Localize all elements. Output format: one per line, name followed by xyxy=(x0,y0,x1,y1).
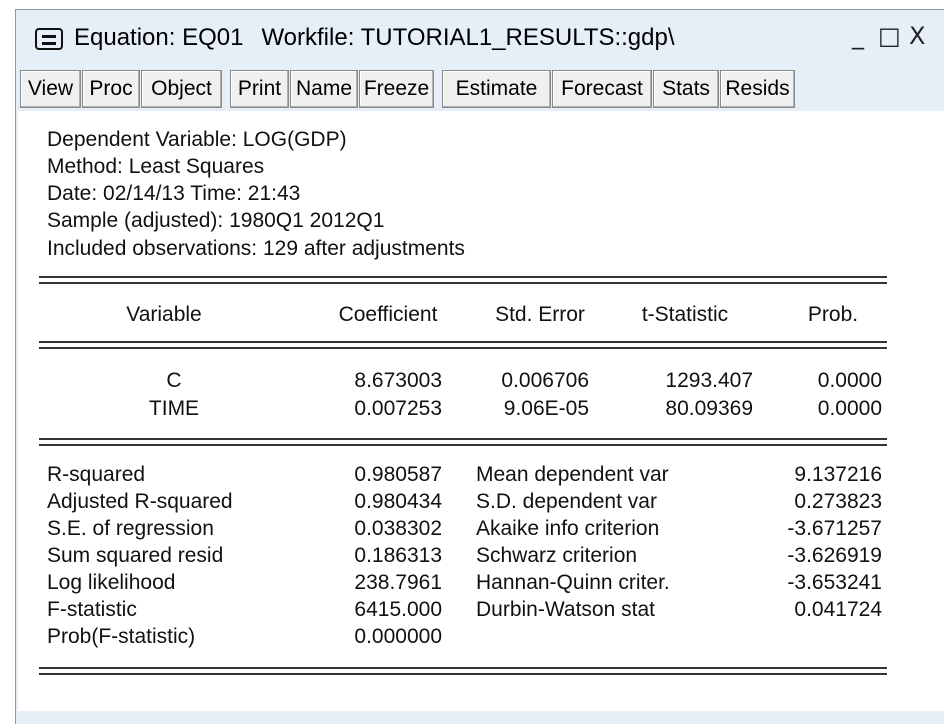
stat-label: Prob(F-statistic) xyxy=(47,625,196,648)
maximize-button[interactable]: □ xyxy=(878,22,901,50)
table-rule xyxy=(39,347,887,349)
table-rule xyxy=(39,438,887,440)
stat-label: Durbin-Watson stat xyxy=(476,598,655,621)
stat-label: Adjusted R-squared xyxy=(47,490,233,513)
workfile-name: Workfile: TUTORIAL1_RESULTS::gdp\ xyxy=(261,24,675,51)
row-variable-c: C xyxy=(166,369,182,392)
table-rule xyxy=(39,276,887,278)
freeze-button[interactable]: Freeze xyxy=(359,70,434,108)
system-menu-icon[interactable] xyxy=(35,28,63,50)
stat-label: Log likelihood xyxy=(47,571,176,594)
window-title: Equation: EQ01 Workfile: TUTORIAL1_RESULT… xyxy=(74,24,675,52)
stats-button[interactable]: Stats xyxy=(653,70,719,108)
stat-value: 0.980434 xyxy=(354,490,442,513)
column-header-prob: Prob. xyxy=(807,303,859,326)
stat-label: Hannan-Quinn criter. xyxy=(476,571,670,594)
equation-window: Equation: EQ01 Workfile: TUTORIAL1_RESULT… xyxy=(15,9,944,724)
stat-label: S.E. of regression xyxy=(47,517,214,540)
stat-value: -3.653241 xyxy=(787,571,882,594)
view-button[interactable]: View xyxy=(20,70,81,108)
stat-label: S.D. dependent var xyxy=(476,490,657,513)
close-button[interactable]: X xyxy=(909,22,925,50)
method: Method: Least Squares xyxy=(47,155,265,178)
toolbar: View Proc Object Print Name Freeze Estim… xyxy=(16,70,944,108)
stat-value: -3.626919 xyxy=(787,544,882,567)
name-button[interactable]: Name xyxy=(290,70,358,108)
estimate-button[interactable]: Estimate xyxy=(442,70,551,108)
output-panel[interactable]: Dependent Variable: LOG(GDP) Method: Lea… xyxy=(18,111,944,711)
table-rule xyxy=(39,444,887,446)
stat-value: 0.273823 xyxy=(794,490,882,513)
column-header-t-statistic: t-Statistic xyxy=(641,303,729,326)
stat-value: 9.137216 xyxy=(794,463,882,486)
title-bar[interactable]: Equation: EQ01 Workfile: TUTORIAL1_RESULT… xyxy=(16,10,944,68)
stat-value: 0.000000 xyxy=(354,625,442,648)
row-t-statistic-c: 1293.407 xyxy=(665,369,753,392)
forecast-button[interactable]: Forecast xyxy=(552,70,652,108)
equation-name: Equation: EQ01 xyxy=(74,24,244,51)
stat-label: Akaike info criterion xyxy=(476,517,660,540)
row-variable-time: TIME xyxy=(148,397,200,420)
stat-label: R-squared xyxy=(47,463,146,486)
stat-value: 0.980587 xyxy=(354,463,442,486)
column-header-variable: Variable xyxy=(126,303,202,326)
row-prob-c: 0.0000 xyxy=(817,369,882,392)
stat-label: Sum squared resid xyxy=(47,544,224,567)
table-rule xyxy=(39,341,887,343)
row-coefficient-time: 0.007253 xyxy=(354,397,442,420)
row-t-statistic-time: 80.09369 xyxy=(665,397,753,420)
dependent-variable: Dependent Variable: LOG(GDP) xyxy=(47,128,347,151)
minimize-button[interactable]: _ xyxy=(852,22,864,50)
stat-label: Mean dependent var xyxy=(476,463,669,486)
proc-button[interactable]: Proc xyxy=(82,70,140,108)
stat-value: 0.041724 xyxy=(794,598,882,621)
object-button[interactable]: Object xyxy=(141,70,222,108)
row-coefficient-c: 8.673003 xyxy=(354,369,442,392)
resids-button[interactable]: Resids xyxy=(720,70,795,108)
table-rule xyxy=(39,673,887,675)
row-prob-time: 0.0000 xyxy=(817,397,882,420)
stat-value: 0.038302 xyxy=(354,517,442,540)
row-std-error-c: 0.006706 xyxy=(501,369,589,392)
observations: Included observations: 129 after adjustm… xyxy=(47,237,465,260)
column-header-coefficient: Coefficient xyxy=(338,303,438,326)
row-std-error-time: 9.06E-05 xyxy=(503,397,589,420)
table-rule xyxy=(39,282,887,284)
stat-label: Schwarz criterion xyxy=(476,544,638,567)
column-header-std-error: Std. Error xyxy=(495,303,585,326)
stat-value: 6415.000 xyxy=(354,598,442,621)
stat-value: -3.671257 xyxy=(787,517,882,540)
stat-value: 238.7961 xyxy=(354,571,442,594)
stat-label: F-statistic xyxy=(47,598,137,621)
sample: Sample (adjusted): 1980Q1 2012Q1 xyxy=(47,209,385,232)
stat-value: 0.186313 xyxy=(354,544,442,567)
print-button[interactable]: Print xyxy=(230,70,289,108)
table-rule xyxy=(39,667,887,669)
date-time: Date: 02/14/13 Time: 21:43 xyxy=(47,182,301,205)
